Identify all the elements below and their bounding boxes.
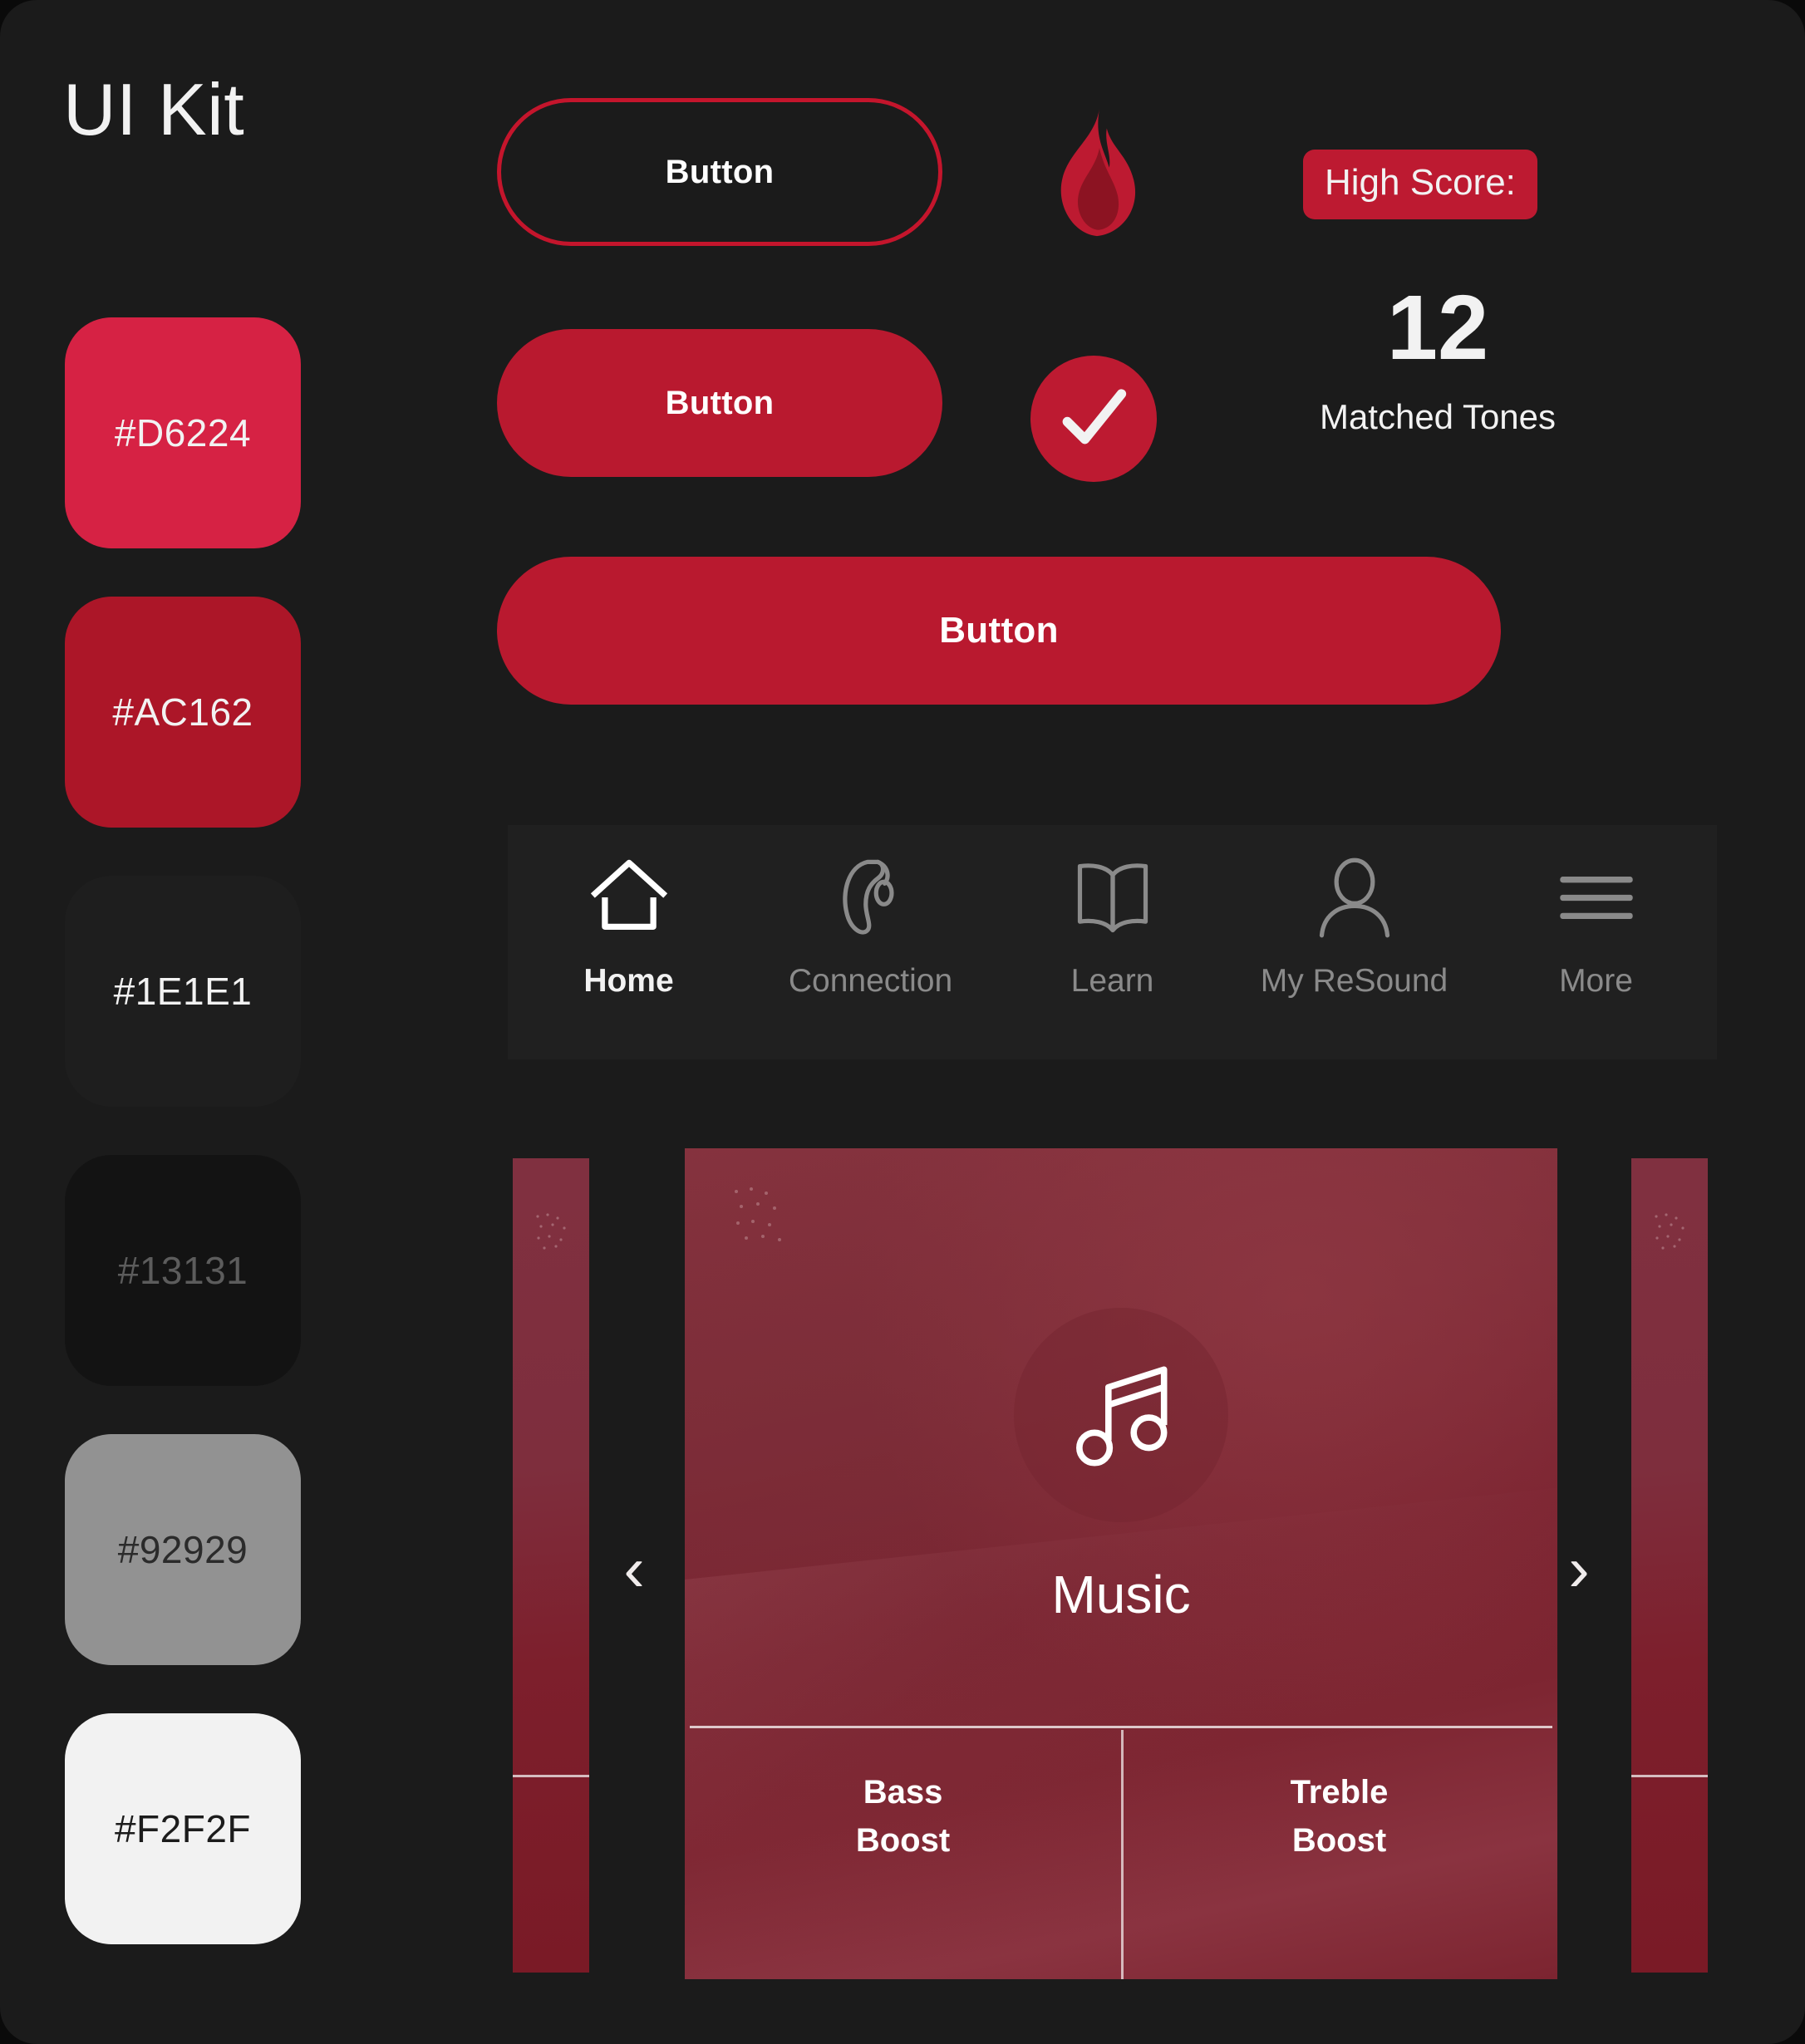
program-icon-badge	[1014, 1308, 1228, 1522]
dots-texture-icon	[1655, 1213, 1685, 1250]
page-title: UI Kit	[63, 68, 245, 150]
score-value: 12	[1386, 277, 1489, 379]
nav-item-learn[interactable]: Learn	[1009, 848, 1217, 1000]
nav-label-my-resound: My ReSound	[1260, 963, 1448, 999]
nav-item-connection[interactable]: Connection	[767, 848, 975, 1000]
wide-button[interactable]: Button	[497, 557, 1501, 705]
filled-button-label: Button	[665, 384, 775, 421]
dots-texture-icon	[735, 1187, 781, 1241]
color-swatch-label: #1E1E1	[113, 970, 253, 1013]
bass-boost-line1: Bass	[863, 1774, 943, 1811]
high-score-label: High Score:	[1325, 162, 1516, 203]
book-icon	[1070, 848, 1156, 946]
hearing-aid-icon	[828, 848, 914, 946]
nav-item-more[interactable]: More	[1493, 848, 1700, 1000]
filled-button[interactable]: Button	[497, 329, 942, 477]
nav-label-connection: Connection	[788, 963, 953, 999]
treble-boost-line2: Boost	[1291, 1822, 1387, 1859]
flame-icon	[1035, 106, 1159, 241]
music-note-icon	[1076, 1366, 1168, 1467]
program-carousel: ‹ Music Bass Boost Treble Boost ›	[0, 1148, 1805, 1979]
person-icon	[1311, 848, 1398, 946]
bass-boost-line2: Boost	[855, 1822, 951, 1859]
peek-card-divider	[1631, 1775, 1708, 1777]
score-caption: Matched Tones	[1319, 397, 1557, 436]
hamburger-menu-icon	[1553, 848, 1640, 946]
peek-card-divider	[513, 1775, 589, 1777]
nav-item-home[interactable]: Home	[525, 848, 733, 1000]
carousel-next-button[interactable]: ›	[1556, 1537, 1602, 1602]
card-vertical-divider	[1121, 1730, 1124, 1979]
outline-button[interactable]: Button	[497, 98, 942, 246]
color-swatch-label: #D6224	[114, 411, 252, 454]
check-icon	[1062, 389, 1127, 445]
program-card-title: Music	[1051, 1565, 1191, 1624]
carousel-peek-card-right[interactable]	[1631, 1158, 1708, 1973]
color-swatch-label: #AC162	[112, 690, 253, 734]
nav-label-home: Home	[583, 963, 674, 999]
nav-label-learn: Learn	[1070, 963, 1154, 999]
color-swatch-d6224[interactable]: #D6224	[65, 317, 301, 548]
treble-boost-button[interactable]: Treble Boost	[1121, 1728, 1557, 1979]
color-swatch-1e1e1[interactable]: #1E1E1	[65, 876, 301, 1107]
home-icon	[586, 848, 672, 946]
high-score-badge: High Score:	[1303, 150, 1537, 219]
program-card-music[interactable]: Music Bass Boost Treble Boost	[685, 1148, 1557, 1979]
bottom-navigation-bar: Home Connection Learn My ReSound More	[508, 825, 1717, 1059]
bass-boost-button[interactable]: Bass Boost	[685, 1728, 1121, 1979]
ui-kit-canvas: UI Kit #D6224 #AC162 #1E1E1 #13131 #9292…	[0, 0, 1805, 2044]
treble-boost-line1: Treble	[1290, 1774, 1389, 1811]
chevron-left-icon: ‹	[623, 1534, 645, 1604]
nav-item-my-resound[interactable]: My ReSound	[1251, 848, 1458, 1000]
dots-texture-icon	[536, 1213, 566, 1250]
check-circle-button[interactable]	[1030, 356, 1157, 482]
color-swatch-ac162[interactable]: #AC162	[65, 597, 301, 828]
carousel-prev-button[interactable]: ‹	[611, 1537, 657, 1602]
carousel-peek-card-left[interactable]	[513, 1158, 589, 1973]
nav-label-more: More	[1559, 963, 1633, 999]
chevron-right-icon: ›	[1568, 1534, 1590, 1604]
wide-button-label: Button	[939, 610, 1059, 651]
outline-button-label: Button	[665, 153, 775, 190]
